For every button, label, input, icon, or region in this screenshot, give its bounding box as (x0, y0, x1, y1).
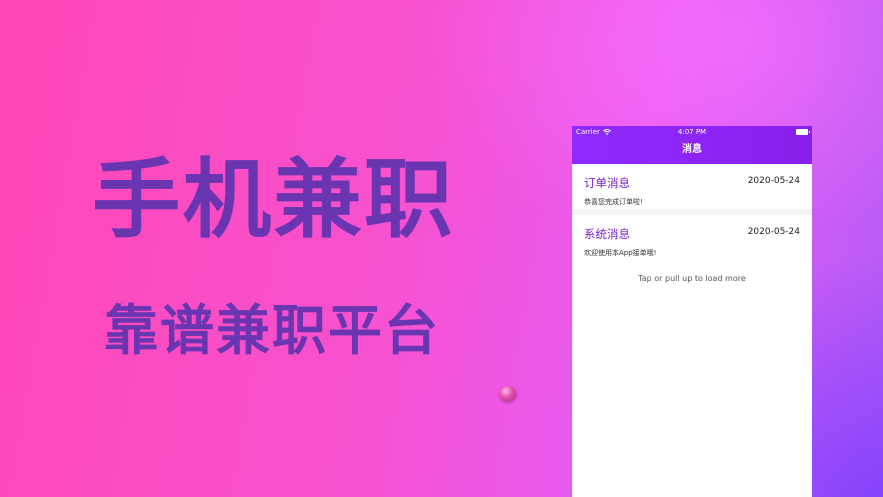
navigation-bar: Carrier 4:07 PM 消息 (572, 126, 812, 164)
load-more-button[interactable]: Tap or pull up to load more (572, 266, 812, 497)
decorative-orb (500, 386, 516, 402)
message-title: 系统消息 (584, 227, 630, 241)
nav-title: 消息 (682, 144, 702, 155)
phone-screen: Carrier 4:07 PM 消息 订单消息 2020-05-24 恭喜您完成… (572, 126, 812, 497)
battery-icon (796, 129, 810, 135)
message-date: 2020-05-24 (747, 227, 800, 237)
message-title: 订单消息 (584, 176, 630, 190)
message-list: 订单消息 2020-05-24 恭喜您完成订单啦! 系统消息 2020-05-2… (572, 164, 812, 260)
status-time: 4:07 PM (677, 128, 707, 136)
message-body: 欢迎使用本App接单哦! (584, 249, 657, 257)
promo-headline: 手机兼职 (92, 150, 455, 250)
message-date: 2020-05-24 (747, 176, 800, 186)
promo-subline: 靠谱兼职平台 (104, 299, 440, 362)
status-bar: Carrier 4:07 PM (572, 126, 812, 138)
message-item[interactable]: 系统消息 2020-05-24 欢迎使用本App接单哦! (572, 215, 812, 260)
message-body: 恭喜您完成订单啦! (584, 198, 643, 206)
message-item[interactable]: 订单消息 2020-05-24 恭喜您完成订单啦! (572, 164, 812, 209)
